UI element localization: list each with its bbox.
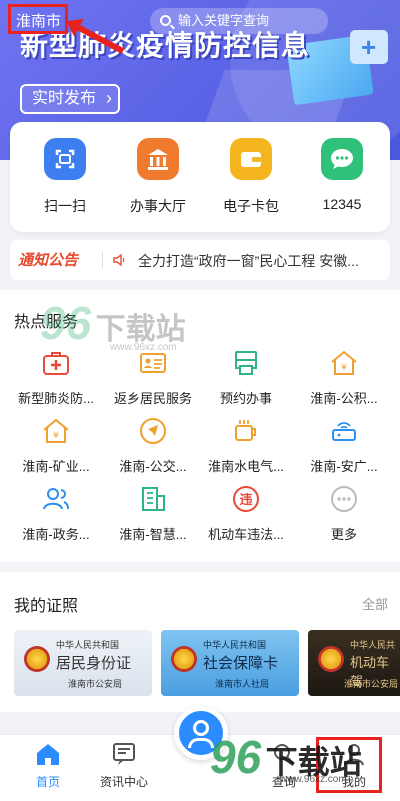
nav-query[interactable]: 查询 — [244, 741, 324, 790]
service-label: 淮南-公积... — [310, 391, 378, 406]
service-label: 更多 — [330, 527, 357, 542]
notice-tag: 通知公告 — [18, 252, 79, 269]
svg-text:¥: ¥ — [53, 431, 59, 441]
svg-text:¥: ¥ — [341, 363, 347, 373]
quick-action-wallet[interactable]: 电子卡包 — [206, 138, 296, 216]
card-issuer: 中华人民共 — [350, 640, 396, 650]
service-item[interactable]: 淮南水电气... — [196, 416, 296, 475]
query-icon — [271, 741, 297, 767]
service-label: 淮南水电气... — [208, 459, 284, 474]
national-emblem-icon — [171, 646, 197, 672]
quick-action-label: 电子卡包 — [223, 198, 279, 214]
medical-box-illustration — [350, 30, 388, 64]
service-item[interactable]: 返乡居民服务 — [103, 348, 203, 407]
speaker-icon — [113, 253, 125, 267]
navigation-icon — [138, 416, 168, 446]
card-org: 淮南市人社局 — [215, 679, 270, 689]
service-label: 新型肺炎防... — [18, 391, 94, 406]
card-org: 淮南市公安局 — [68, 679, 123, 689]
nav-label: 资讯中心 — [99, 775, 148, 789]
service-label: 预约办事 — [219, 391, 272, 406]
search-input[interactable]: 输入关键字查询 — [150, 8, 328, 34]
card-issuer: 中华人民共和国 — [56, 640, 120, 650]
service-label: 淮南-智慧... — [119, 527, 187, 542]
nav-label: 查询 — [271, 775, 296, 789]
building-icon — [138, 484, 168, 514]
view-all-link[interactable]: 全部 — [362, 594, 388, 613]
notice-bar[interactable]: 通知公告 全力打造“政府一窗”民心工程 安徽... — [10, 240, 390, 280]
service-label: 淮南-矿业... — [22, 459, 90, 474]
id-card-icon — [138, 348, 168, 378]
quick-action-scan[interactable]: 扫一扫 — [20, 138, 110, 216]
service-item[interactable]: ¥ 淮南-矿业... — [6, 416, 106, 475]
quick-action-label: 12345 — [322, 196, 362, 212]
medkit-icon — [41, 348, 71, 378]
national-emblem-icon — [24, 646, 50, 672]
wallet-icon — [230, 138, 272, 180]
search-placeholder: 输入关键字查询 — [178, 13, 270, 28]
card-org: 淮南市公安局 — [344, 679, 399, 689]
quick-action-12345[interactable]: 12345 — [297, 138, 387, 212]
quick-actions-card: 扫一扫 办事大厅 电子卡包 12345 — [10, 122, 390, 232]
news-icon — [111, 741, 137, 767]
section-title: 热点服务 — [14, 314, 79, 331]
watermark-text: 下载站 — [95, 313, 186, 346]
printer-icon — [231, 348, 261, 378]
service-label: 返乡居民服务 — [113, 391, 192, 406]
fund-house-icon: ¥ — [329, 348, 359, 378]
service-item[interactable]: 更多 — [294, 484, 394, 543]
quick-action-hall[interactable]: 办事大厅 — [113, 138, 203, 216]
search-icon — [160, 15, 171, 26]
service-label: 淮南-政务... — [22, 527, 90, 542]
service-label: 淮南-安广... — [310, 459, 378, 474]
quick-action-label: 办事大厅 — [130, 198, 186, 214]
card-name: 居民身份证 — [56, 656, 132, 672]
nav-label: 首页 — [35, 775, 60, 789]
nav-home[interactable]: 首页 — [8, 741, 88, 790]
realtime-publish-button[interactable]: 实时发布 — [20, 84, 121, 114]
home-icon — [35, 741, 61, 767]
nav-news[interactable]: 资讯中心 — [84, 741, 164, 790]
quick-action-label: 扫一扫 — [44, 198, 86, 214]
hall-icon — [137, 138, 179, 180]
violation-icon: 违 — [231, 484, 261, 514]
card-name: 社会保障卡 — [203, 656, 279, 672]
service-label: 淮南-公交... — [119, 459, 187, 474]
annotation-frame — [8, 4, 68, 34]
driver-license-card[interactable]: 中华人民共 机动车驾 淮南市公安局 — [308, 630, 400, 696]
service-item[interactable]: 违 机动车违法... — [196, 484, 296, 543]
service-label: 机动车违法... — [208, 527, 284, 542]
section-title: 我的证照 — [14, 598, 79, 615]
annotation-frame — [316, 737, 382, 793]
people-icon — [41, 484, 71, 514]
svg-text:违: 违 — [239, 492, 252, 508]
service-item[interactable]: 淮南-智慧... — [103, 484, 203, 543]
service-item[interactable]: 淮南-安广... — [294, 416, 394, 475]
hot-services-section: 热点服务 新型肺炎防... 返乡居民服务 预约办事 ¥ 淮南-公积... ¥ 淮… — [0, 290, 400, 562]
service-item[interactable]: 预约办事 — [196, 348, 296, 407]
divider — [102, 252, 103, 268]
social-security-card[interactable]: 中华人民共和国 社会保障卡 淮南市人社局 — [161, 630, 299, 696]
service-center-button[interactable] — [174, 706, 228, 760]
service-item[interactable]: 新型肺炎防... — [6, 348, 106, 407]
id-card[interactable]: 中华人民共和国 居民身份证 淮南市公安局 — [14, 630, 152, 696]
service-center-icon — [193, 720, 209, 736]
notice-text: 全力打造“政府一窗”民心工程 安徽... — [138, 253, 359, 269]
yuan-house-icon: ¥ — [41, 416, 71, 446]
service-item[interactable]: 淮南-政务... — [6, 484, 106, 543]
cup-icon — [231, 416, 261, 446]
scan-icon — [44, 138, 86, 180]
router-icon — [329, 416, 359, 446]
service-item[interactable]: 淮南-公交... — [103, 416, 203, 475]
certificates-section: 我的证照 全部 中华人民共和国 居民身份证 淮南市公安局 中华人民共和国 社会保… — [0, 572, 400, 712]
service-item[interactable]: ¥ 淮南-公积... — [294, 348, 394, 407]
card-issuer: 中华人民共和国 — [203, 640, 267, 650]
chat-icon — [321, 138, 363, 180]
national-emblem-icon — [318, 646, 344, 672]
more-icon — [329, 484, 359, 514]
